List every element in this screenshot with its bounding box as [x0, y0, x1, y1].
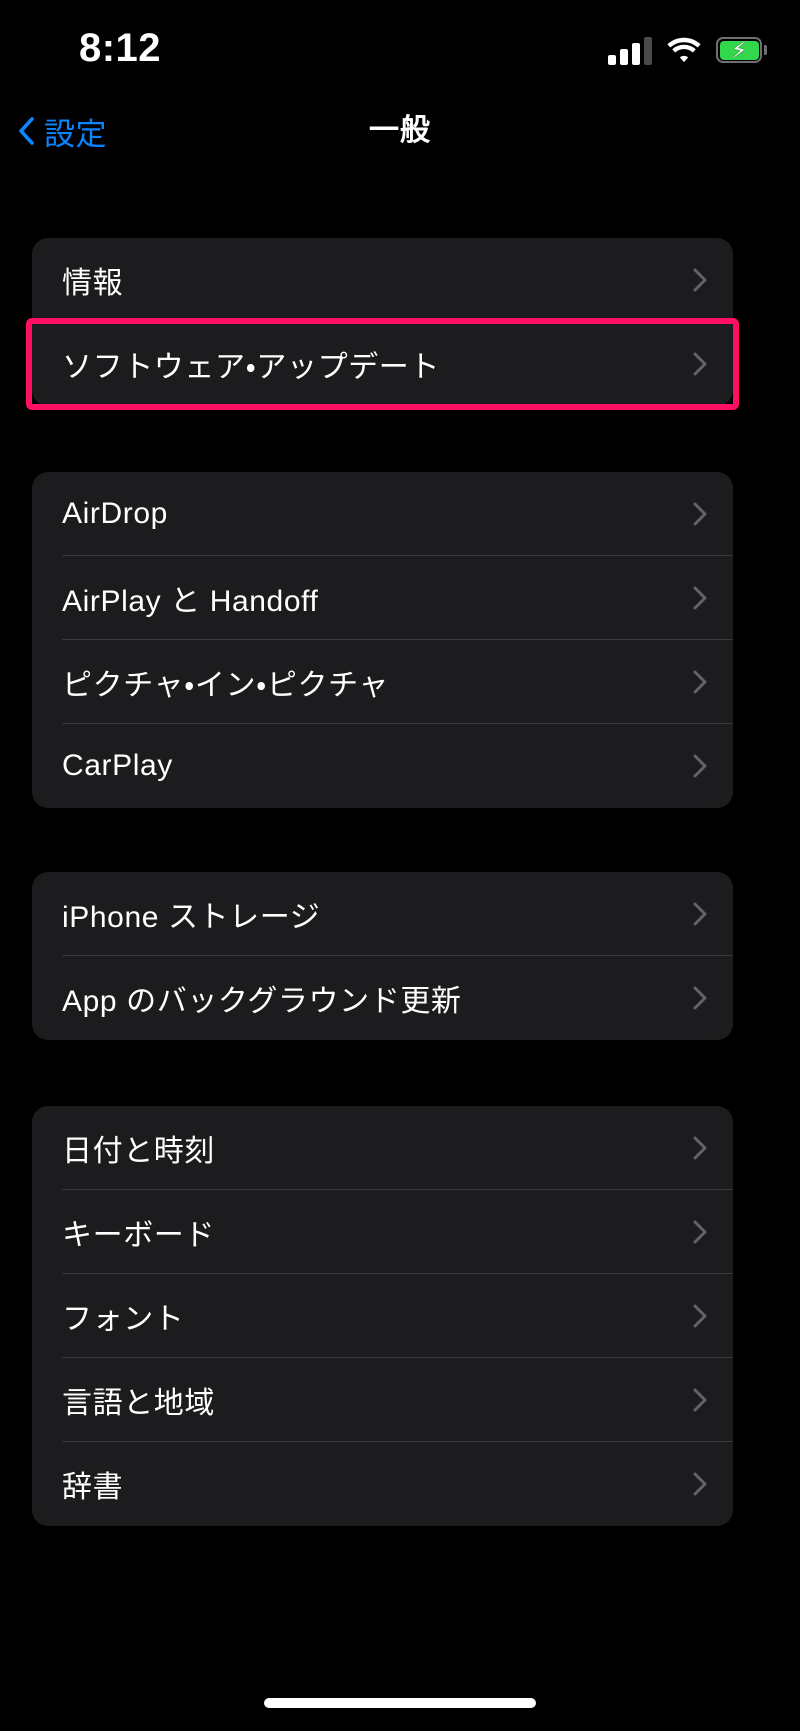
row-carplay[interactable]: CarPlay	[32, 724, 733, 808]
status-bar-indicators: ⚡	[608, 30, 767, 70]
row-carplay-label: CarPlay	[62, 749, 173, 782]
row-dictionary[interactable]: 辞書	[32, 1442, 733, 1526]
chevron-right-icon	[693, 1304, 707, 1328]
row-picture-in-picture[interactable]: ピクチャ・イン・ピクチャ	[32, 640, 733, 724]
chevron-right-icon	[693, 268, 707, 292]
row-keyboard-label: キーボード	[62, 1219, 215, 1252]
back-button-label: 設定	[44, 116, 107, 152]
chevron-right-icon	[693, 1220, 707, 1244]
wifi-icon	[667, 37, 701, 62]
row-airdrop-label: AirDrop	[62, 497, 168, 530]
status-bar-clock: 8:12	[78, 26, 162, 70]
chevron-right-icon	[693, 1472, 707, 1496]
row-language-region[interactable]: 言語と地域	[32, 1358, 733, 1442]
row-language-region-label: 言語と地域	[62, 1387, 215, 1420]
page-title: 一般	[369, 114, 431, 147]
cellular-signal-icon	[608, 35, 652, 65]
row-picture-in-picture-label: ピクチャ・イン・ピクチャ	[62, 669, 389, 702]
home-indicator	[264, 1698, 536, 1708]
row-keyboard[interactable]: キーボード	[32, 1190, 733, 1274]
chevron-right-icon	[693, 1136, 707, 1160]
row-about-label: 情報	[62, 267, 124, 300]
row-iphone-storage-label: iPhone ストレージ	[62, 901, 321, 934]
chevron-right-icon	[693, 586, 707, 610]
chevron-left-icon	[19, 117, 34, 145]
group-sharing: AirDrop AirPlay と Handoff ピクチャ・イン・ピクチャ CarP…	[32, 472, 733, 808]
row-iphone-storage[interactable]: iPhone ストレージ	[32, 872, 733, 956]
row-date-time-label: 日付と時刻	[62, 1135, 215, 1168]
row-background-app-refresh[interactable]: App のバックグラウンド更新	[32, 956, 733, 1040]
group-storage: iPhone ストレージ App のバックグラウンド更新	[32, 872, 733, 1040]
row-software-update[interactable]: ソフトウェア・アップデート	[32, 322, 733, 406]
chevron-right-icon	[693, 352, 707, 376]
row-about[interactable]: 情報	[32, 238, 733, 322]
chevron-right-icon	[693, 902, 707, 926]
battery-charging-icon: ⚡	[716, 37, 767, 63]
row-airdrop[interactable]: AirDrop	[32, 472, 733, 556]
navigation-bar: 一般 設定	[0, 96, 800, 166]
charging-bolt-icon: ⚡	[731, 37, 748, 63]
chevron-right-icon	[693, 670, 707, 694]
row-fonts-label: フォント	[62, 1303, 185, 1336]
row-date-time[interactable]: 日付と時刻	[32, 1106, 733, 1190]
back-button[interactable]: 設定	[18, 96, 107, 166]
status-bar: 8:12 ⚡	[0, 0, 800, 96]
chevron-right-icon	[693, 1388, 707, 1412]
chevron-right-icon	[693, 502, 707, 526]
row-dictionary-label: 辞書	[62, 1471, 124, 1504]
chevron-right-icon	[693, 754, 707, 778]
row-airplay-handoff-label: AirPlay と Handoff	[62, 585, 319, 618]
group-system: 日付と時刻キーボードフォント言語と地域辞書	[32, 1106, 733, 1526]
row-background-app-refresh-label: App のバックグラウンド更新	[62, 985, 462, 1018]
chevron-right-icon	[693, 986, 707, 1010]
row-fonts[interactable]: フォント	[32, 1274, 733, 1358]
row-software-update-label: ソフトウェア・アップデート	[62, 351, 440, 384]
row-airplay-handoff[interactable]: AirPlay と Handoff	[32, 556, 733, 640]
group-info: 情報ソフトウェア・アップデート	[32, 238, 733, 406]
